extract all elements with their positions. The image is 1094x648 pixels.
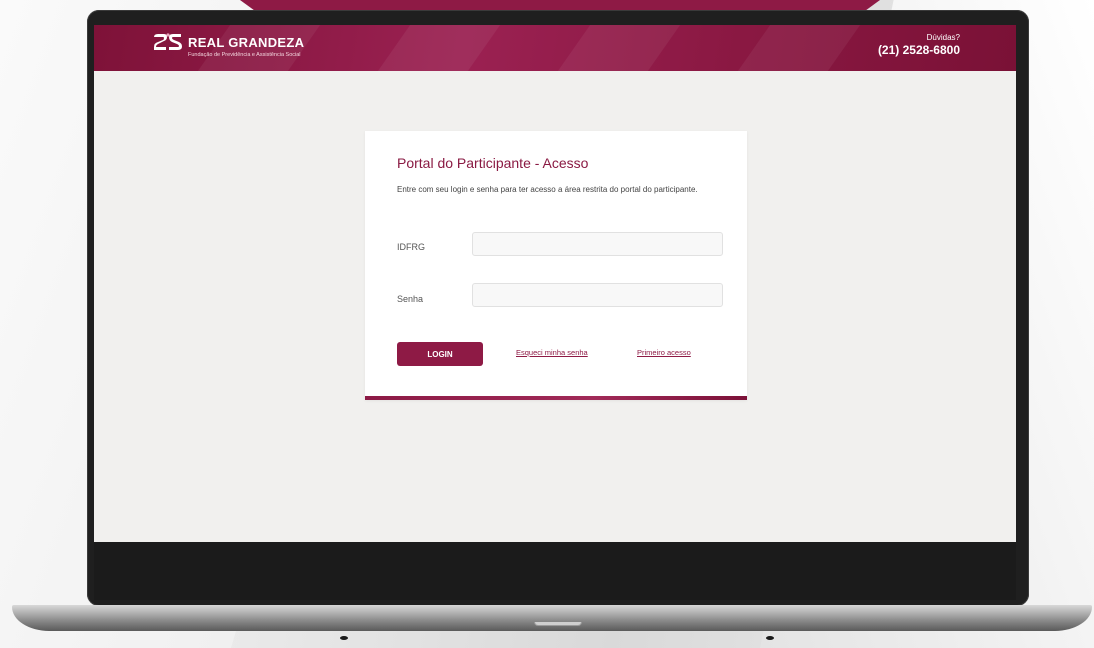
idfrg-input[interactable] bbox=[472, 232, 723, 256]
brand-name: REAL GRANDEZA bbox=[188, 35, 305, 50]
forgot-password-link[interactable]: Esqueci minha senha bbox=[516, 348, 588, 357]
laptop-foot bbox=[340, 636, 348, 640]
contact-question: Dúvidas? bbox=[926, 33, 960, 42]
login-card: Portal do Participante - Acesso Entre co… bbox=[365, 131, 747, 400]
card-accent-bar bbox=[365, 396, 747, 400]
login-description: Entre com seu login e senha para ter ace… bbox=[397, 185, 698, 194]
contact-info: Dúvidas? (21) 2528-6800 bbox=[878, 33, 960, 58]
contact-phone[interactable]: (21) 2528-6800 bbox=[878, 43, 960, 58]
password-input[interactable] bbox=[472, 283, 723, 307]
header-stripe bbox=[737, 25, 861, 71]
laptop-notch bbox=[534, 622, 582, 626]
brand-subtitle: Fundação de Previdência e Assistência So… bbox=[188, 52, 301, 58]
site-header: REAL GRANDEZA Fundação de Previdência e … bbox=[94, 25, 1016, 71]
password-label: Senha bbox=[397, 294, 424, 304]
first-access-link[interactable]: Primeiro acesso bbox=[637, 348, 691, 357]
header-stripe bbox=[557, 25, 681, 71]
screen-footer bbox=[94, 542, 1016, 600]
brand-text: REAL GRANDEZA Fundação de Previdência e … bbox=[188, 33, 304, 59]
login-button[interactable]: LOGIN bbox=[397, 342, 483, 366]
page-title: Portal do Participante - Acesso bbox=[397, 155, 589, 171]
idfrg-label: IDFRG bbox=[397, 242, 425, 252]
rg-logo-icon bbox=[154, 33, 182, 50]
laptop-base bbox=[12, 605, 1092, 631]
brand-logo[interactable]: REAL GRANDEZA Fundação de Previdência e … bbox=[152, 33, 304, 63]
laptop-screen: REAL GRANDEZA Fundação de Previdência e … bbox=[94, 25, 1016, 600]
header-stripe bbox=[377, 25, 501, 71]
laptop-foot bbox=[766, 636, 774, 640]
